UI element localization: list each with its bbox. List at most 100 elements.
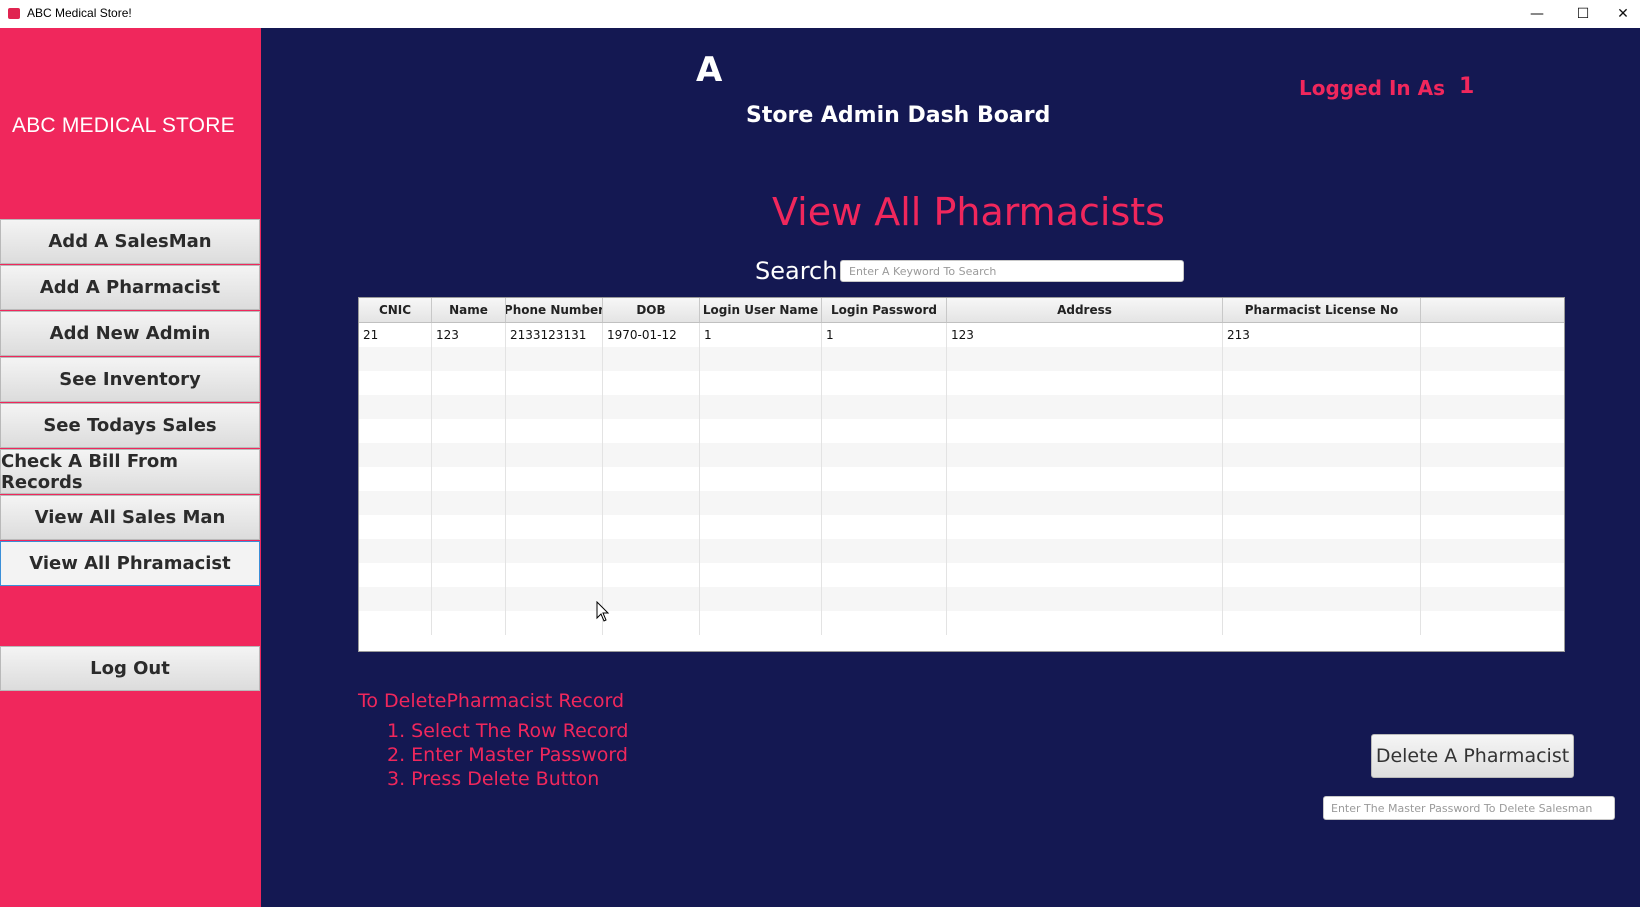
dashboard-title: Store Admin Dash Board (746, 103, 1051, 128)
table-body: 21 123 2133123131 1970-01-12 1 1 123 213 (359, 323, 1564, 635)
table-cell (1421, 539, 1564, 563)
table-row[interactable]: 21 123 2133123131 1970-01-12 1 1 123 213 (359, 323, 1564, 347)
table-cell (700, 443, 822, 467)
table-cell (506, 467, 603, 491)
mouse-cursor-icon (596, 601, 610, 622)
window-title: ABC Medical Store! (27, 6, 132, 20)
see-inventory-button[interactable]: See Inventory (0, 357, 260, 402)
table-row[interactable] (359, 491, 1564, 515)
view-all-salesman-button[interactable]: View All Sales Man (0, 495, 260, 540)
table-cell (700, 347, 822, 371)
column-header[interactable]: Login User Name (700, 298, 822, 322)
logout-button[interactable]: Log Out (0, 646, 260, 691)
add-salesman-button[interactable]: Add A SalesMan (0, 219, 260, 264)
app-icon (8, 8, 20, 19)
table-cell (603, 347, 700, 371)
column-header[interactable]: Name (432, 298, 506, 322)
table-cell (359, 587, 432, 611)
table-cell (700, 491, 822, 515)
table-cell (506, 419, 603, 443)
column-header[interactable]: CNIC (359, 298, 432, 322)
table-row[interactable] (359, 347, 1564, 371)
table-cell (432, 419, 506, 443)
table-row[interactable] (359, 563, 1564, 587)
search-input[interactable] (840, 260, 1184, 282)
table-cell (822, 515, 947, 539)
table-cell (359, 395, 432, 419)
table-cell (506, 371, 603, 395)
table-cell (947, 515, 1223, 539)
view-all-pharmacist-button[interactable]: View All Phramacist (0, 541, 260, 586)
table-row[interactable] (359, 419, 1564, 443)
table-cell (947, 587, 1223, 611)
table-cell (700, 395, 822, 419)
table-row[interactable] (359, 467, 1564, 491)
table-cell (432, 347, 506, 371)
master-password-input[interactable] (1323, 796, 1615, 820)
table-cell (432, 467, 506, 491)
table-cell (432, 611, 506, 635)
table-cell (1421, 419, 1564, 443)
table-cell (359, 467, 432, 491)
add-new-admin-button[interactable]: Add New Admin (0, 311, 260, 356)
close-icon[interactable]: ✕ (1606, 0, 1640, 28)
table-cell (1421, 371, 1564, 395)
table-cell (822, 371, 947, 395)
table-cell (700, 587, 822, 611)
pharmacists-table[interactable]: CNIC Name Phone Number DOB Login User Na… (358, 297, 1565, 652)
table-cell (603, 539, 700, 563)
see-todays-sales-button[interactable]: See Todays Sales (0, 403, 260, 448)
table-cell (1421, 467, 1564, 491)
table-cell (359, 371, 432, 395)
table-row[interactable] (359, 611, 1564, 635)
table-cell (700, 563, 822, 587)
table-row[interactable] (359, 443, 1564, 467)
cell-empty (1421, 323, 1564, 347)
table-cell (359, 611, 432, 635)
table-cell (506, 515, 603, 539)
check-bill-button[interactable]: Check A Bill From Records (0, 449, 260, 494)
table-cell (700, 539, 822, 563)
table-cell (359, 563, 432, 587)
maximize-icon[interactable]: ☐ (1560, 0, 1606, 28)
table-cell (1421, 443, 1564, 467)
table-cell (603, 515, 700, 539)
minimize-icon[interactable]: — (1514, 0, 1560, 28)
column-header[interactable]: Login Password (822, 298, 947, 322)
table-cell (432, 443, 506, 467)
delete-pharmacist-button[interactable]: Delete A Pharmacist (1371, 734, 1574, 778)
table-cell (506, 395, 603, 419)
cell-license: 213 (1223, 323, 1421, 347)
table-cell (1223, 587, 1421, 611)
table-header: CNIC Name Phone Number DOB Login User Na… (359, 298, 1564, 323)
table-row[interactable] (359, 587, 1564, 611)
table-cell (1223, 563, 1421, 587)
table-row[interactable] (359, 395, 1564, 419)
table-cell (947, 539, 1223, 563)
add-pharmacist-button[interactable]: Add A Pharmacist (0, 265, 260, 310)
delete-instructions-title: To DeletePharmacist Record (358, 690, 624, 712)
column-header[interactable]: DOB (603, 298, 700, 322)
table-row[interactable] (359, 539, 1564, 563)
column-header[interactable]: Address (947, 298, 1223, 322)
column-header[interactable]: Phone Number (506, 298, 603, 322)
column-header[interactable]: Pharmacist License No (1223, 298, 1421, 322)
logged-in-label: Logged In As (1299, 76, 1445, 100)
table-cell (603, 467, 700, 491)
table-cell (947, 395, 1223, 419)
table-row[interactable] (359, 371, 1564, 395)
cell-login-password: 1 (822, 323, 947, 347)
table-cell (947, 347, 1223, 371)
table-row[interactable] (359, 515, 1564, 539)
table-cell (506, 443, 603, 467)
table-cell (1223, 371, 1421, 395)
instruction-step: 3. Press Delete Button (387, 768, 600, 790)
sidebar: ABC MEDICAL STORE Add A SalesMan Add A P… (0, 28, 261, 907)
table-cell (947, 419, 1223, 443)
table-cell (1223, 611, 1421, 635)
table-cell (603, 611, 700, 635)
search-label: Search (755, 257, 838, 285)
table-cell (1421, 563, 1564, 587)
table-cell (359, 419, 432, 443)
table-cell (359, 491, 432, 515)
